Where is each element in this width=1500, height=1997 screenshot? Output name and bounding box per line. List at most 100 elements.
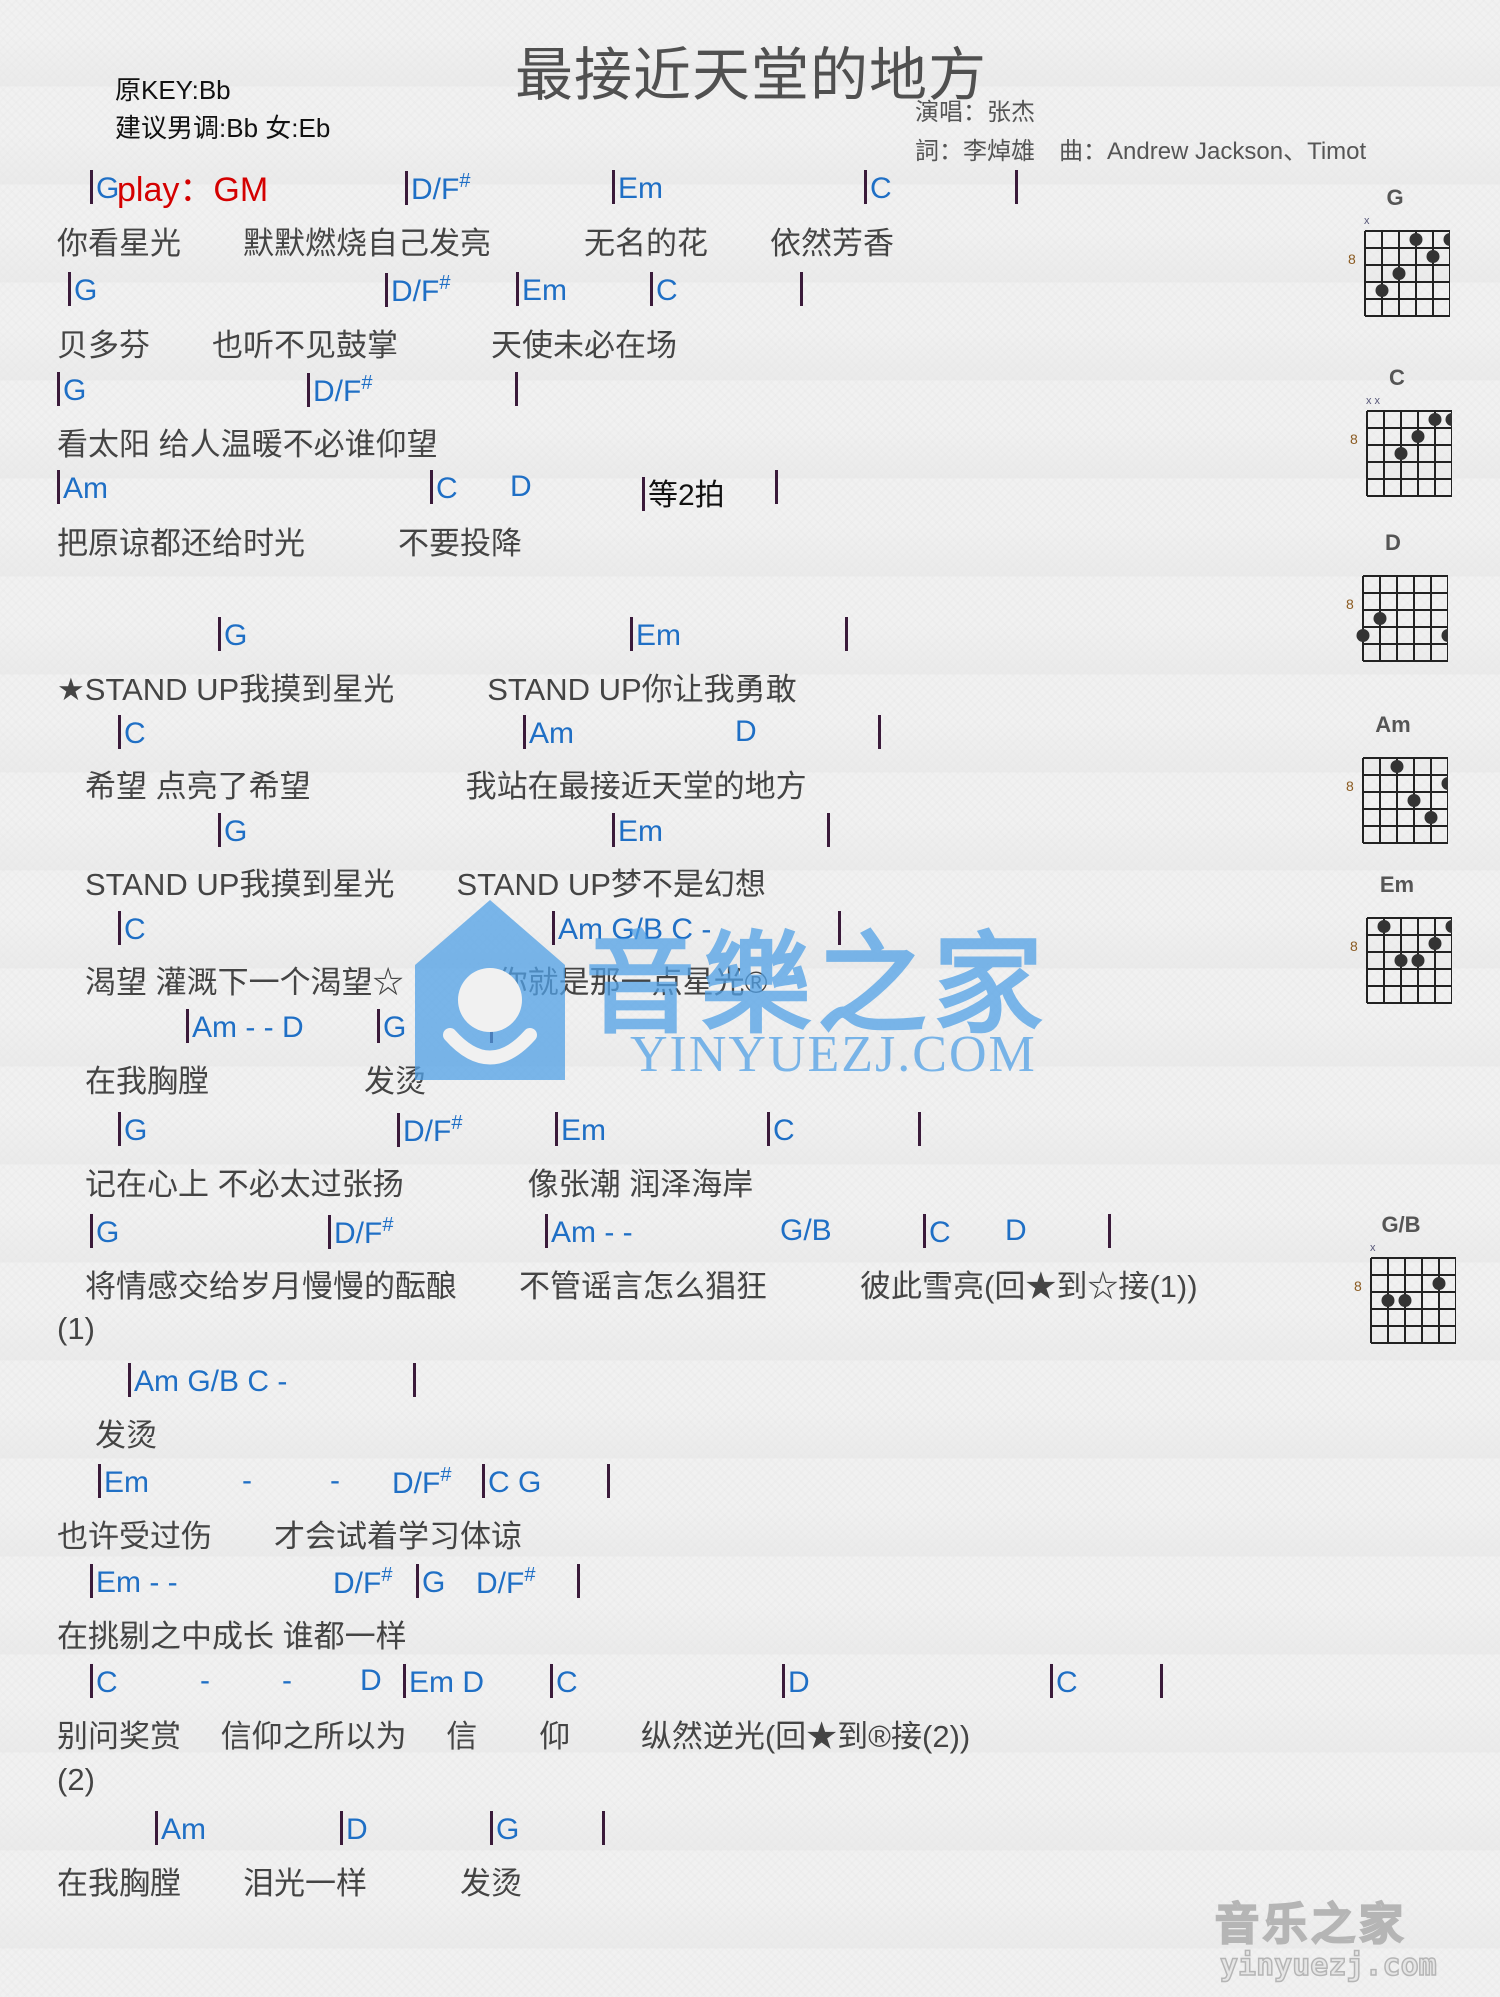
chord-label: C xyxy=(929,1216,951,1249)
chord: C xyxy=(864,170,892,206)
bar-line xyxy=(630,617,633,651)
watermark-corner-en: yinyuezj.com xyxy=(1219,1947,1437,1984)
bar-line xyxy=(555,1112,558,1146)
credits: 詞：李焯雄 曲：Andrew Jackson、Timot xyxy=(915,138,1367,165)
bar-line xyxy=(800,272,803,306)
fret-number: 8 xyxy=(1348,251,1356,267)
bar-line xyxy=(90,1564,93,1598)
bar-line xyxy=(57,372,60,406)
chord: G xyxy=(118,1112,147,1148)
bar-line xyxy=(340,1811,343,1845)
chord-diagram-name: Em xyxy=(1379,872,1415,897)
fretboard-grid xyxy=(1364,230,1450,317)
bar-line xyxy=(68,272,71,306)
chord: - xyxy=(330,1464,340,1498)
bar-line xyxy=(1050,1664,1053,1698)
lyric-line: 记在心上 不必太过张扬 像张潮 润泽海岸 xyxy=(85,1167,754,1202)
chord-label: G xyxy=(422,1566,446,1599)
fret-number: 8 xyxy=(1350,938,1358,954)
chord: Em xyxy=(612,813,663,849)
chord: Am - - xyxy=(545,1214,633,1250)
chord: D xyxy=(1005,1214,1027,1248)
finger-dot xyxy=(1424,811,1438,824)
chord: D/F# xyxy=(476,1564,535,1601)
chord: C xyxy=(90,1664,118,1700)
bar-line xyxy=(403,1664,406,1698)
chord-label: C xyxy=(773,1114,795,1147)
finger-dot xyxy=(1407,794,1421,807)
chord-label: G xyxy=(63,374,87,407)
muted-strings: x x xyxy=(1366,395,1381,407)
bar-line xyxy=(1015,170,1018,204)
chord: D/F# xyxy=(392,1464,451,1501)
chord: D xyxy=(510,470,532,504)
chord-label: Am xyxy=(63,472,108,505)
chord-label: Em xyxy=(561,1114,606,1147)
chord-label: C xyxy=(656,274,678,307)
chord-label: G xyxy=(496,1813,520,1846)
finger-dot xyxy=(1432,1277,1446,1290)
chord-diagram-name: D xyxy=(1385,530,1401,555)
chord: C xyxy=(650,272,678,308)
bar-line xyxy=(186,1009,189,1043)
chord-label: Em D xyxy=(409,1666,484,1699)
bar-line xyxy=(782,1664,785,1698)
chord-label: G xyxy=(96,1216,120,1249)
chord: - xyxy=(282,1664,292,1698)
chord-label: G xyxy=(74,274,98,307)
chord: D/F# xyxy=(397,1112,462,1149)
finger-dot xyxy=(1411,430,1425,443)
singer: 演唱：张杰 xyxy=(915,99,1035,126)
finger-dot xyxy=(1375,284,1389,297)
bar-line xyxy=(878,715,884,751)
chord-label: Am - - D xyxy=(192,1011,304,1044)
fretboard-grid xyxy=(1366,410,1452,497)
chord-label: G xyxy=(383,1011,407,1044)
bar-line xyxy=(878,715,881,749)
bar-line xyxy=(307,373,310,407)
lyric-line: 别问奖赏 信仰之所以为 信 仰 纵然逆光(回★到®接(2)) xyxy=(57,1719,971,1754)
chord: Em xyxy=(630,617,681,653)
chord: D/F# xyxy=(405,170,470,207)
lyric-line: 你看星光 默默燃烧自己发亮 无名的花 依然芳香 xyxy=(57,226,894,261)
chord: D xyxy=(782,1664,810,1700)
bar-line xyxy=(545,1214,548,1248)
chord-label: D/F xyxy=(333,1567,382,1600)
bar-line xyxy=(612,170,615,204)
chord-label: Em xyxy=(522,274,567,307)
finger-dot xyxy=(1390,760,1404,773)
bar-line xyxy=(118,1112,121,1146)
fret-number: 8 xyxy=(1346,596,1354,612)
bar-line xyxy=(90,170,93,204)
chord: G/B xyxy=(780,1214,832,1248)
lyric-line: 也许受过伤 才会试着学习体谅 xyxy=(57,1519,522,1554)
bar-line xyxy=(118,911,121,945)
chord: G xyxy=(377,1009,406,1045)
chord-label: Em - - xyxy=(96,1566,178,1599)
chord: Am xyxy=(155,1811,206,1847)
sharp-sign: # xyxy=(524,1564,536,1586)
lyric-line: 把原谅都还给时光 不要投降 xyxy=(57,526,522,561)
bar-line xyxy=(482,1464,485,1498)
lyric-line: 在挑剔之中成长 谁都一样 xyxy=(57,1619,407,1654)
sharp-sign: # xyxy=(439,272,451,294)
bar-line xyxy=(550,1664,553,1698)
bar-line xyxy=(98,1464,101,1498)
chord-label: Em xyxy=(636,619,681,652)
bar-line xyxy=(515,372,521,408)
bar-line xyxy=(377,1009,380,1043)
chord: Em D xyxy=(403,1664,484,1700)
finger-dot xyxy=(1411,954,1425,967)
chord: Em xyxy=(555,1112,606,1148)
fretboard-grid xyxy=(1356,575,1448,662)
bar-line xyxy=(385,273,388,307)
bar-line xyxy=(430,470,433,504)
chord-diagram-name: Am xyxy=(1375,712,1411,737)
chord-label: 等2拍 xyxy=(648,479,725,512)
finger-dot xyxy=(1394,954,1408,967)
chord-label: C xyxy=(436,472,458,505)
chord-label: G xyxy=(124,1114,148,1147)
chord: C xyxy=(118,911,146,947)
chord: D/F# xyxy=(333,1564,392,1601)
chord-label: D/F xyxy=(403,1115,452,1148)
